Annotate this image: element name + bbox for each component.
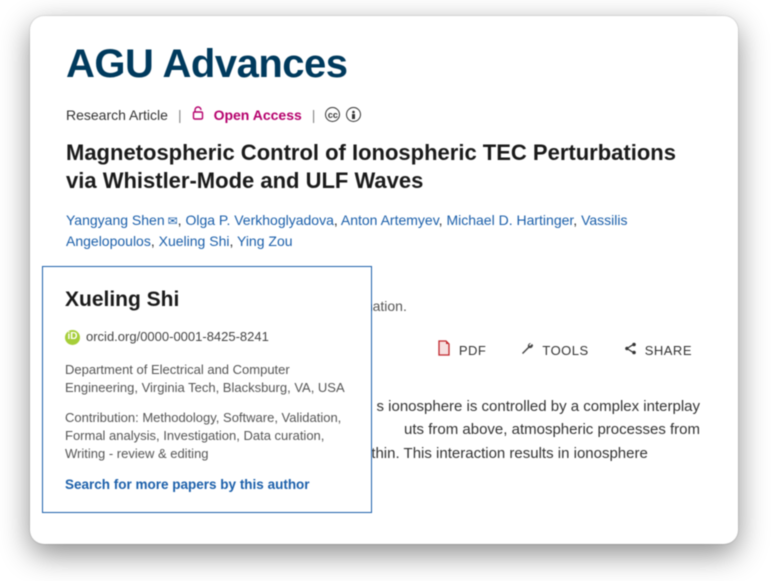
pdf-button[interactable]: PDF [436,340,487,361]
author-link[interactable]: Ying Zou [237,233,293,249]
tooltip-author-name: Xueling Shi [65,285,349,314]
orcid-icon: iD [65,330,80,345]
open-access-label: Open Access [214,107,302,123]
author-tooltip: Xueling Shi iD orcid.org/0000-0001-8425-… [42,266,372,513]
article-title: Magnetospheric Control of Ionospheric TE… [66,139,702,194]
share-button[interactable]: SHARE [623,341,692,360]
tooltip-affiliation: Department of Electrical and Computer En… [65,361,349,397]
separator: | [312,107,316,123]
pdf-icon [436,340,452,361]
share-icon [623,341,638,360]
wrench-icon [520,341,535,360]
author-list: Yangyang Shen✉, Olga P. Verkhoglyadova, … [66,210,702,252]
by-icon [346,107,361,122]
orcid-id: orcid.org/0000-0001-8425-8241 [86,328,269,346]
author-link[interactable]: Xueling Shi [159,233,230,249]
cc-icon: cc [325,107,340,122]
article-type: Research Article [66,107,168,123]
author-link[interactable]: Anton Artemyev [341,212,439,228]
license-icons: cc [325,107,361,122]
share-label: SHARE [645,343,692,358]
search-more-papers-link[interactable]: Search for more papers by this author [65,476,349,495]
mail-icon[interactable]: ✉ [168,212,178,230]
tools-label: TOOLS [542,343,588,358]
open-lock-icon [192,106,204,123]
author-link[interactable]: Olga P. Verkhoglyadova [185,212,333,228]
tools-button[interactable]: TOOLS [520,341,588,360]
tooltip-contribution: Contribution: Methodology, Software, Val… [65,409,349,464]
separator: | [178,107,182,123]
author-link[interactable]: Yangyang Shen [66,212,165,228]
meta-row: Research Article | Open Access | cc [66,106,702,123]
pdf-label: PDF [459,343,487,358]
journal-title: AGU Advances [66,44,702,84]
author-link[interactable]: Michael D. Hartinger [446,212,573,228]
orcid-row[interactable]: iD orcid.org/0000-0001-8425-8241 [65,328,349,346]
